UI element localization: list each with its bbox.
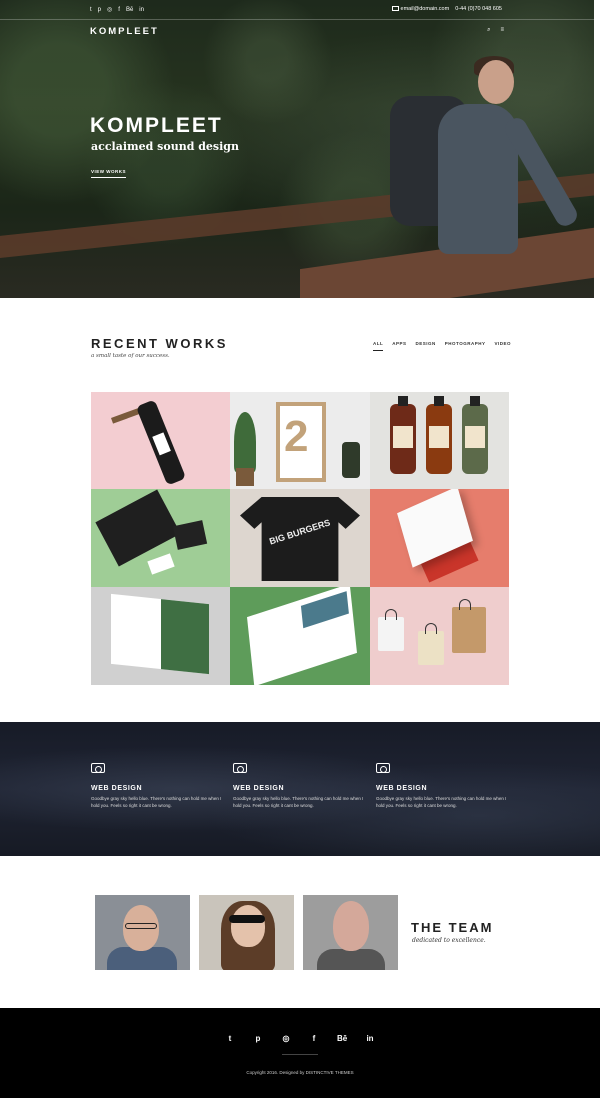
view-works-button[interactable]: VIEW WORKS (91, 169, 126, 178)
filter-photography[interactable]: PHOTOGRAPHY (445, 341, 486, 351)
filter-all[interactable]: ALL (373, 341, 384, 351)
linkedin-icon[interactable]: in (365, 1034, 375, 1043)
email-text: email@domain.com (400, 6, 450, 12)
jar-image (426, 396, 452, 474)
pinterest-icon[interactable]: p (253, 1034, 263, 1043)
magazine-image (111, 593, 209, 675)
portfolio-item-giftbox[interactable] (370, 489, 509, 587)
service-text: Goodbye gray sky hello blue. There's not… (233, 796, 364, 808)
works-subtitle: a small taste of our success. (91, 353, 170, 359)
behance-icon[interactable]: Bē (126, 6, 133, 14)
team-member-photo[interactable] (95, 895, 190, 970)
camera-icon (376, 763, 390, 773)
copyright-text: Copyright 2016. Designed by DISTINCTIVE … (246, 1070, 354, 1075)
filter-video[interactable]: VIDEO (494, 341, 511, 351)
tshirt-text: BIG BURGERS (268, 517, 332, 547)
lantern-image (342, 442, 360, 478)
hero-title: KOMPLEET (90, 114, 223, 137)
portfolio-item-bags[interactable] (370, 587, 509, 685)
poster-frame-image: 2 (276, 402, 326, 482)
brochure-image (247, 587, 357, 685)
pinterest-icon[interactable]: p (98, 6, 101, 14)
nav-icons: ⌕ ≡ (487, 27, 504, 34)
pot-image (236, 468, 254, 486)
team-member-photo[interactable] (303, 895, 398, 970)
portfolio-item-wine[interactable] (91, 392, 230, 489)
jar-image (462, 396, 488, 474)
menu-icon[interactable]: ≡ (500, 27, 504, 34)
phone-number: 0-44 (0)70 048 605 (455, 6, 502, 12)
service-title: WEB DESIGN (233, 785, 285, 792)
portfolio-item-tshirt[interactable]: BIG BURGERS (230, 489, 370, 587)
dribbble-icon[interactable]: ◎ (281, 1034, 291, 1043)
shopping-bag-image (418, 623, 444, 665)
poster-number: 2 (284, 412, 309, 461)
shopping-bag-image (378, 609, 404, 651)
email-link[interactable]: email@domain.com (391, 6, 450, 12)
wine-bottle-image (135, 399, 187, 486)
behance-icon[interactable]: Bē (337, 1034, 347, 1043)
portfolio-item-stationery[interactable] (91, 489, 230, 587)
filter-apps[interactable]: APPS (392, 341, 406, 351)
portfolio-item-poster[interactable]: 2 (230, 392, 370, 489)
contact-info: email@domain.com 0-44 (0)70 048 605 (391, 6, 502, 12)
linkedin-icon[interactable]: in (139, 6, 144, 14)
service-title: WEB DESIGN (91, 785, 143, 792)
camera-icon (233, 763, 247, 773)
dribbble-icon[interactable]: ◎ (107, 6, 112, 14)
service-item: WEB DESIGN Goodbye gray sky hello blue. … (233, 763, 373, 809)
camera-icon (91, 763, 105, 773)
portfolio-item-magazine[interactable] (91, 587, 230, 685)
plant-image (234, 412, 256, 472)
team-subtitle: dedicated to excellence. (412, 937, 486, 944)
tshirt-image: BIG BURGERS (240, 497, 360, 581)
footer-social-links: t p ◎ f Bē in (0, 1034, 600, 1043)
hiker-figure (370, 56, 581, 260)
service-title: WEB DESIGN (376, 785, 428, 792)
hero-subtitle: acclaimed sound design (91, 140, 239, 153)
works-title: RECENT WORKS (91, 336, 228, 351)
team-member-photo[interactable] (199, 895, 294, 970)
twitter-icon[interactable]: t (225, 1034, 235, 1043)
facebook-icon[interactable]: f (309, 1034, 319, 1043)
filter-design[interactable]: DESIGN (416, 341, 436, 351)
business-card-image (147, 553, 175, 575)
shopping-bag-image (452, 599, 486, 653)
service-text: Goodbye gray sky hello blue. There's not… (91, 796, 222, 808)
twitter-icon[interactable]: t (90, 6, 92, 14)
top-social-links: t p ◎ f Bē in (90, 6, 144, 14)
search-icon[interactable]: ⌕ (487, 27, 490, 34)
notebook-image (172, 520, 208, 550)
logo[interactable]: KOMPLEET (90, 26, 159, 37)
portfolio-item-jars[interactable] (370, 392, 509, 489)
mail-icon (391, 6, 399, 12)
main-nav: KOMPLEET ⌕ ≡ (90, 26, 504, 40)
hero-section: t p ◎ f Bē in email@domain.com 0-44 (0)7… (0, 0, 594, 298)
works-filters: ALL APPS DESIGN PHOTOGRAPHY VIDEO (373, 341, 511, 351)
service-text: Goodbye gray sky hello blue. There's not… (376, 796, 507, 808)
jar-image (390, 396, 416, 474)
portfolio-item-brochure[interactable] (230, 587, 370, 685)
service-item: WEB DESIGN Goodbye gray sky hello blue. … (376, 763, 516, 809)
footer: t p ◎ f Bē in Copyright 2016. Designed b… (0, 1008, 600, 1098)
team-title: THE TEAM (411, 920, 494, 935)
service-item: WEB DESIGN Goodbye gray sky hello blue. … (91, 763, 231, 809)
facebook-icon[interactable]: f (118, 6, 120, 14)
portfolio-grid: 2 BIG BURGERS (91, 392, 509, 685)
services-section: WEB DESIGN Goodbye gray sky hello blue. … (0, 722, 600, 856)
top-bar: t p ◎ f Bē in email@domain.com 0-44 (0)7… (0, 0, 594, 20)
footer-divider (282, 1054, 318, 1055)
